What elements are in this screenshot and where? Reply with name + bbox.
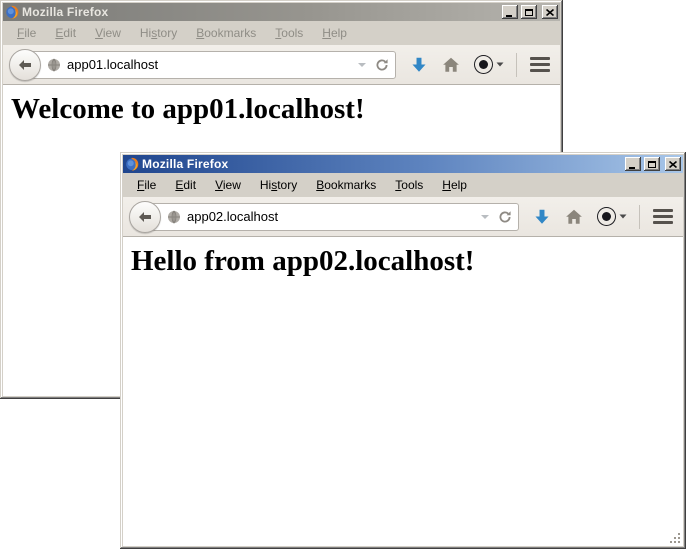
location-bar[interactable]: app02.localhost — [144, 203, 519, 231]
titlebar[interactable]: Mozilla Firefox — [3, 3, 560, 21]
nav-toolbar: app01.localhost — [3, 45, 560, 85]
window-title: Mozilla Firefox — [142, 155, 622, 173]
minimize-button[interactable] — [502, 5, 518, 19]
chevron-down-icon — [619, 214, 627, 219]
home-icon — [442, 56, 460, 74]
download-button[interactable] — [410, 56, 428, 74]
addon-button[interactable] — [474, 55, 504, 74]
minimize-icon — [629, 167, 635, 169]
window-app02: Mozilla Firefox File Edit View History B… — [120, 152, 686, 549]
page-heading: Hello from app02.localhost! — [123, 245, 683, 278]
titlebar[interactable]: Mozilla Firefox — [123, 155, 683, 173]
menu-item-history[interactable]: History — [134, 24, 183, 42]
color-wheel-icon — [474, 55, 493, 74]
menu-item-view[interactable]: View — [89, 24, 127, 42]
page-heading: Welcome to app01.localhost! — [3, 93, 560, 126]
firefox-icon — [5, 5, 19, 19]
chevron-down-icon[interactable] — [480, 214, 490, 220]
download-button[interactable] — [533, 208, 551, 226]
maximize-icon — [648, 161, 656, 168]
hamburger-icon — [530, 57, 550, 60]
menu-item-tools[interactable]: Tools — [389, 176, 429, 194]
home-button[interactable] — [442, 56, 460, 74]
menu-item-help[interactable]: Help — [316, 24, 353, 42]
home-button[interactable] — [565, 208, 583, 226]
globe-icon — [167, 210, 181, 224]
back-button[interactable] — [129, 201, 161, 233]
nav-toolbar: app02.localhost — [123, 197, 683, 237]
menu-item-edit[interactable]: Edit — [169, 176, 202, 194]
maximize-button[interactable] — [644, 157, 660, 171]
resize-grip-icon[interactable] — [669, 532, 682, 545]
addon-button[interactable] — [597, 207, 627, 226]
location-bar[interactable]: app01.localhost — [24, 51, 396, 79]
download-icon — [410, 56, 428, 74]
toolbar-separator — [639, 205, 640, 229]
menu-item-bookmarks[interactable]: Bookmarks — [310, 176, 382, 194]
menu-item-tools[interactable]: Tools — [269, 24, 309, 42]
minimize-button[interactable] — [625, 157, 641, 171]
maximize-button[interactable] — [521, 5, 537, 19]
firefox-icon — [125, 157, 139, 171]
minimize-icon — [506, 15, 512, 17]
page-content: Hello from app02.localhost! — [123, 237, 683, 546]
url-text[interactable]: app02.localhost — [181, 209, 480, 224]
close-icon — [669, 161, 677, 168]
color-wheel-icon — [597, 207, 616, 226]
window-title: Mozilla Firefox — [22, 3, 499, 21]
menu-item-bookmarks[interactable]: Bookmarks — [190, 24, 262, 42]
url-text[interactable]: app01.localhost — [61, 57, 357, 72]
close-button[interactable] — [542, 5, 558, 19]
globe-icon — [47, 58, 61, 72]
hamburger-icon — [653, 209, 673, 212]
back-icon — [137, 209, 153, 225]
chevron-down-icon — [496, 62, 504, 67]
close-icon — [546, 9, 554, 16]
menu-item-file[interactable]: File — [131, 176, 162, 194]
menu-button[interactable] — [651, 207, 675, 226]
back-button[interactable] — [9, 49, 41, 81]
menu-item-help[interactable]: Help — [436, 176, 473, 194]
menu-item-history[interactable]: History — [254, 176, 303, 194]
menu-item-edit[interactable]: Edit — [49, 24, 82, 42]
back-icon — [17, 57, 33, 73]
menu-item-view[interactable]: View — [209, 176, 247, 194]
close-button[interactable] — [665, 157, 681, 171]
menu-item-file[interactable]: File — [11, 24, 42, 42]
reload-icon[interactable] — [498, 210, 512, 224]
menu-bar: File Edit View History Bookmarks Tools H… — [123, 173, 683, 197]
reload-icon[interactable] — [375, 58, 389, 72]
download-icon — [533, 208, 551, 226]
chevron-down-icon[interactable] — [357, 62, 367, 68]
menu-button[interactable] — [528, 55, 552, 74]
maximize-icon — [525, 9, 533, 16]
home-icon — [565, 208, 583, 226]
menu-bar: File Edit View History Bookmarks Tools H… — [3, 21, 560, 45]
toolbar-separator — [516, 53, 517, 77]
